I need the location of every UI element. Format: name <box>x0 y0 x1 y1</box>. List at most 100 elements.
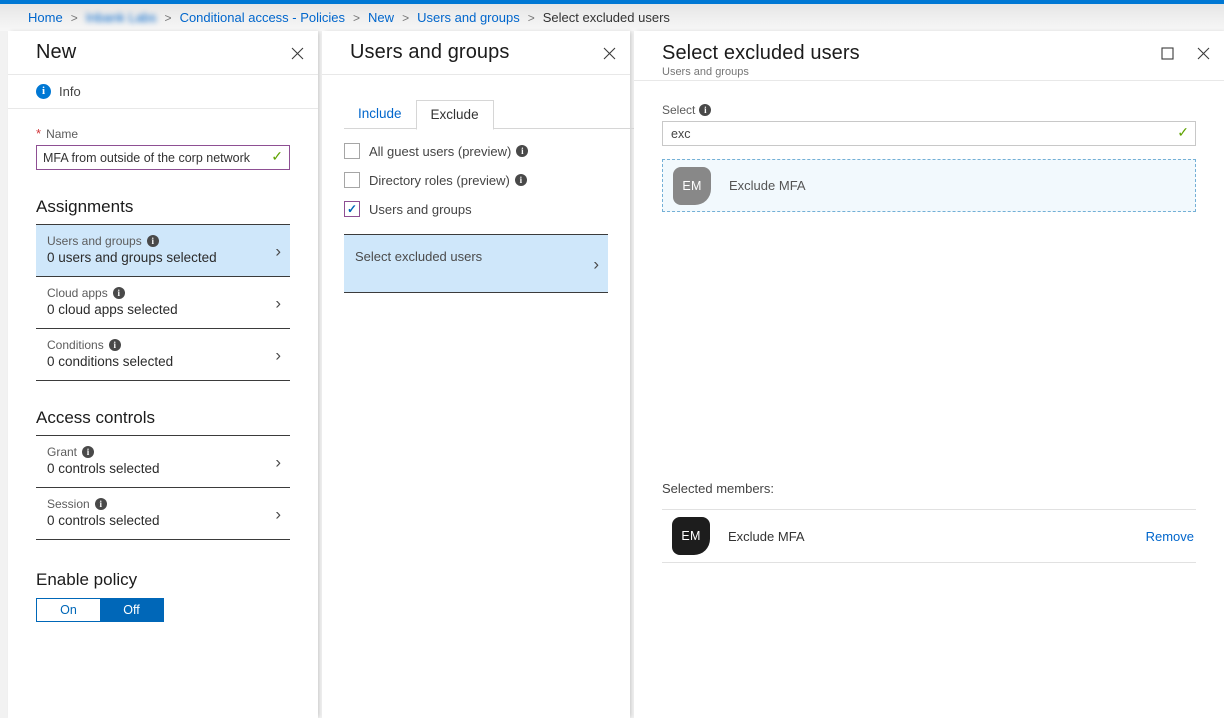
blade-select-excluded-header-actions <box>1156 42 1214 64</box>
row-value: 0 controls selected <box>47 461 160 476</box>
row-label-text: Conditions <box>47 338 104 352</box>
checkbox-label-text: All guest users (preview) <box>369 143 512 159</box>
search-result-item[interactable]: EM Exclude MFA <box>662 159 1196 212</box>
checkbox-label-text: Directory roles (preview) <box>369 172 510 188</box>
checkbox-row-directory-roles[interactable]: Directory roles (preview) i <box>344 172 630 188</box>
info-icon[interactable]: i <box>514 174 527 186</box>
blade-new-header-actions <box>286 42 308 64</box>
toggle-option-off[interactable]: Off <box>100 599 163 621</box>
select-field-label: Select i <box>662 103 1196 117</box>
member-name: Exclude MFA <box>728 528 805 544</box>
breadcrumb-separator: > <box>70 10 78 25</box>
row-value: 0 cloud apps selected <box>47 302 178 317</box>
row-value: 0 conditions selected <box>47 354 174 369</box>
selected-members-list: EM Exclude MFA Remove <box>662 509 1196 563</box>
checkbox-label: Users and groups <box>369 202 472 217</box>
row-value: 0 controls selected <box>47 513 160 528</box>
breadcrumb-item-home[interactable]: Home <box>28 10 63 25</box>
breadcrumb-separator: > <box>402 10 410 25</box>
breadcrumb-item-users-and-groups[interactable]: Users and groups <box>417 10 520 25</box>
breadcrumb-separator: > <box>353 10 361 25</box>
assignment-row-users-and-groups[interactable]: Users and groups i 0 users and groups se… <box>36 224 290 276</box>
breadcrumb-separator: > <box>164 10 172 25</box>
info-bar[interactable]: i Info <box>8 75 318 109</box>
chevron-right-icon: › <box>275 293 281 312</box>
page-title: Select excluded users <box>662 41 860 64</box>
name-label-text: Name <box>46 126 79 141</box>
blade-container: New i Info * Name ✓ Assignments <box>0 31 1224 718</box>
row-label-text: Cloud apps <box>47 286 108 300</box>
chevron-right-icon: › <box>593 254 599 273</box>
checkbox-label-text: Users and groups <box>369 201 472 217</box>
toggle-option-on[interactable]: On <box>37 599 100 621</box>
select-label-text: Select <box>662 103 696 117</box>
blade-select-excluded-users: Select excluded users Users and groups S… <box>634 31 1224 718</box>
selected-members-label: Selected members: <box>662 481 774 496</box>
info-icon[interactable]: i <box>108 339 121 351</box>
checkbox-row-all-guest-users[interactable]: All guest users (preview) i <box>344 143 630 159</box>
blade-new-policy: New i Info * Name ✓ Assignments <box>8 31 318 718</box>
maximize-icon[interactable] <box>1156 42 1178 64</box>
row-label: Session i <box>47 497 260 511</box>
search-result-name: Exclude MFA <box>729 178 806 193</box>
exclude-options-list: All guest users (preview) i Directory ro… <box>322 129 630 217</box>
remove-member-link[interactable]: Remove <box>1146 529 1194 544</box>
breadcrumb-item-current: Select excluded users <box>542 10 670 25</box>
breadcrumb-item-new[interactable]: New <box>368 10 394 25</box>
checkbox-label: All guest users (preview) i <box>369 143 529 159</box>
tab-exclude[interactable]: Exclude <box>415 100 494 130</box>
row-label: Users and groups i <box>47 234 260 248</box>
row-value: 0 users and groups selected <box>47 250 217 265</box>
checkbox-all-guest-users[interactable] <box>344 143 360 159</box>
row-label: Grant i <box>47 445 260 459</box>
info-label: Info <box>59 84 81 99</box>
breadcrumb-item-conditional-access-policies[interactable]: Conditional access - Policies <box>180 10 345 25</box>
info-icon[interactable]: i <box>516 145 529 157</box>
search-input-wrapper: ✓ <box>662 121 1196 146</box>
chevron-right-icon: › <box>275 241 281 260</box>
name-input-wrapper: ✓ <box>36 145 290 170</box>
row-label: Conditions i <box>47 338 260 352</box>
page-title: Users and groups <box>350 41 510 63</box>
breadcrumb-item-tenant[interactable]: Inbank Labs <box>86 10 157 25</box>
breadcrumb-separator: > <box>527 10 535 25</box>
enable-policy-toggle[interactable]: On Off <box>36 598 164 622</box>
breadcrumb: Home > Inbank Labs > Conditional access … <box>0 4 1224 31</box>
info-icon[interactable]: i <box>82 446 95 458</box>
access-controls-heading: Access controls <box>36 408 156 427</box>
tab-include[interactable]: Include <box>344 100 416 129</box>
access-control-row-grant[interactable]: Grant i 0 controls selected › <box>36 435 290 487</box>
row-label-text: Session <box>47 497 90 511</box>
checkbox-row-users-and-groups[interactable]: ✓ Users and groups <box>344 201 630 217</box>
row-label-text: Users and groups <box>47 234 142 248</box>
checkbox-label: Directory roles (preview) i <box>369 173 527 188</box>
select-excluded-users-row[interactable]: Select excluded users › <box>344 234 608 293</box>
chevron-right-icon: › <box>275 504 281 523</box>
close-icon[interactable] <box>1192 42 1214 64</box>
info-icon[interactable]: i <box>94 498 107 510</box>
policy-name-input[interactable] <box>36 145 290 170</box>
avatar: EM <box>672 517 710 555</box>
access-control-row-session[interactable]: Session i 0 controls selected › <box>36 487 290 540</box>
search-input[interactable] <box>662 121 1196 146</box>
assignment-row-conditions[interactable]: Conditions i 0 conditions selected › <box>36 328 290 381</box>
blade-select-excluded-header: Select excluded users Users and groups <box>634 31 1224 81</box>
info-icon[interactable]: i <box>699 104 712 116</box>
checkbox-directory-roles[interactable] <box>344 172 360 188</box>
close-icon[interactable] <box>598 42 620 64</box>
required-marker: * <box>36 126 42 141</box>
page-subtitle: Users and groups <box>662 65 749 78</box>
chevron-right-icon: › <box>275 452 281 471</box>
close-icon[interactable] <box>286 42 308 64</box>
info-icon[interactable]: i <box>146 235 159 247</box>
info-icon[interactable]: i <box>112 287 125 299</box>
checkbox-users-and-groups[interactable]: ✓ <box>344 201 360 217</box>
list-item: EM Exclude MFA Remove <box>662 510 1196 562</box>
page-title: New <box>36 41 77 63</box>
name-field-label: * Name <box>36 126 290 141</box>
avatar: EM <box>673 166 711 205</box>
assignment-row-cloud-apps[interactable]: Cloud apps i 0 cloud apps selected › <box>36 276 290 328</box>
chevron-right-icon: › <box>275 345 281 364</box>
select-excluded-users-label: Select excluded users <box>355 249 483 264</box>
blade-users-and-groups: Users and groups Include Exclude All gue… <box>322 31 652 718</box>
